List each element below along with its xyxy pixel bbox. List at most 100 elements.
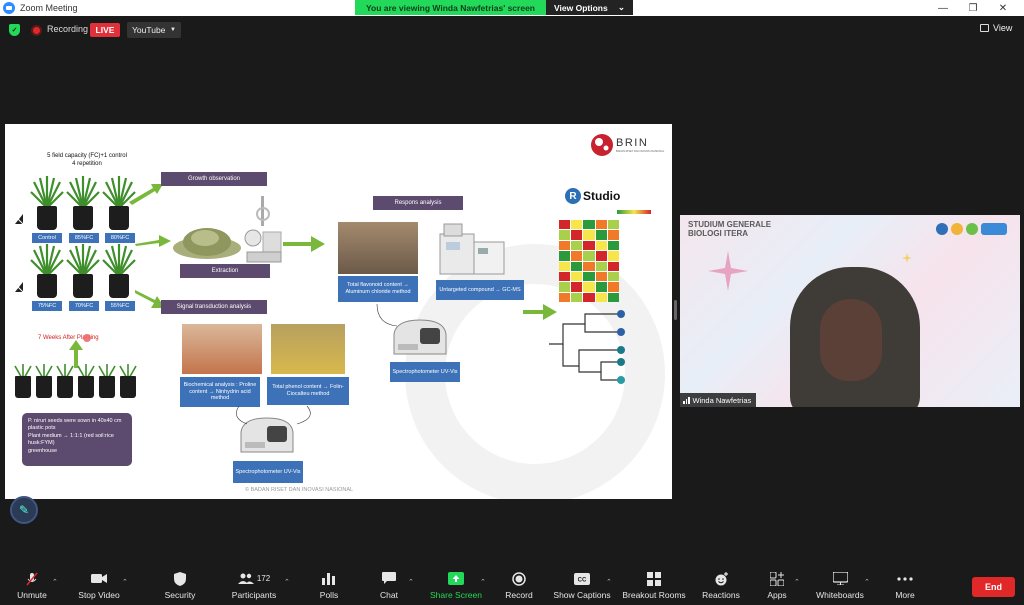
- view-options-button[interactable]: View Options ⌄: [546, 0, 633, 15]
- shade-icon: [13, 282, 25, 294]
- label-control: Control: [32, 233, 62, 243]
- phenol-samples-image: [271, 324, 345, 374]
- face-shape: [820, 299, 882, 381]
- annotate-pen-button[interactable]: ✎: [10, 496, 38, 524]
- chat-bubble-icon: [381, 572, 397, 586]
- more-button[interactable]: More: [888, 566, 922, 605]
- label-85fc: 85%FC: [69, 233, 99, 243]
- window-title: Zoom Meeting: [20, 3, 78, 13]
- heatmap-cell: [595, 271, 607, 282]
- chat-options-caret[interactable]: ⌃: [408, 578, 414, 586]
- apps-button[interactable]: Apps: [758, 566, 796, 605]
- brin-subtitle: BADAN RISET DAN INOVASI NASIONAL: [616, 149, 665, 153]
- close-button[interactable]: ✕: [988, 0, 1018, 16]
- youtube-dropdown[interactable]: YouTube ▼: [127, 22, 181, 38]
- heatmap-cell: [607, 292, 619, 302]
- brin-name: BRIN: [616, 137, 648, 149]
- heatmap-cell: [559, 251, 571, 261]
- live-badge[interactable]: LIVE: [90, 23, 120, 37]
- polls-label: Polls: [319, 589, 339, 600]
- video-banner-title-2: BIOLOGI ITERA: [688, 228, 748, 238]
- phenol-label: Total phenol content → Folin-Ciocalteu m…: [267, 377, 349, 405]
- whiteboards-label: Whiteboards: [816, 589, 864, 600]
- pointer-indicator: [83, 334, 91, 342]
- slide-header-line2: 4 repetition: [72, 160, 102, 167]
- unmute-button[interactable]: Unmute: [10, 566, 54, 605]
- shade-icon: [13, 214, 25, 226]
- heatmap-cell: [571, 251, 583, 261]
- heatmap-cell: [607, 282, 619, 292]
- seedling-pot-image: [117, 364, 139, 400]
- record-button[interactable]: Record: [500, 566, 538, 605]
- panel-splitter-handle[interactable]: [674, 300, 677, 320]
- chat-label: Chat: [380, 589, 398, 600]
- captions-options-caret[interactable]: ⌃: [606, 578, 612, 586]
- label-75fc: 75%FC: [32, 301, 62, 311]
- note-item: P. niruri seeds were sown in 40x40 cm pl…: [28, 418, 122, 432]
- heatmap-cell: [607, 230, 619, 240]
- record-icon: [511, 571, 527, 586]
- heatmap-cell: [571, 271, 583, 282]
- seedling-pot-image: [96, 364, 118, 400]
- chat-button[interactable]: Chat: [370, 566, 408, 605]
- heatmap-cell: [571, 220, 583, 230]
- participant-video-tile[interactable]: STUDIUM GENERALE BIOLOGI ITERA Winda Naw…: [680, 215, 1020, 407]
- seedling-pot-image: [12, 364, 34, 400]
- whiteboards-button[interactable]: Whiteboards: [812, 566, 868, 605]
- potted-plant-image: [30, 242, 64, 300]
- caret-down-icon: ▼: [170, 27, 176, 33]
- apps-options-caret[interactable]: ⌃: [794, 578, 800, 586]
- end-meeting-button[interactable]: End: [972, 577, 1015, 597]
- video-options-caret[interactable]: ⌃: [122, 578, 128, 586]
- breakout-rooms-button[interactable]: Breakout Rooms: [620, 566, 688, 605]
- rstudio-logo: R Studio: [565, 188, 620, 204]
- view-button[interactable]: View: [980, 23, 1012, 33]
- heatmap-cell: [595, 240, 607, 251]
- polls-button[interactable]: Polls: [312, 566, 346, 605]
- share-options-caret[interactable]: ⌃: [480, 578, 486, 586]
- participants-options-caret[interactable]: ⌃: [284, 578, 290, 586]
- minimize-button[interactable]: —: [928, 0, 958, 16]
- heatmap-cell: [571, 261, 583, 271]
- heatmap-cell: [583, 292, 595, 302]
- stop-video-button[interactable]: Stop Video: [76, 566, 122, 605]
- spectrophotometer-label-2: Spectrophotometer UV-Vis: [233, 461, 303, 483]
- label-80fc: 80%FC: [105, 233, 135, 243]
- participants-button[interactable]: 172 Participants: [228, 566, 280, 605]
- heatmap-cell: [559, 261, 571, 271]
- recording-label: Recording: [47, 24, 89, 34]
- shield-check-icon[interactable]: ✓: [9, 24, 20, 36]
- show-captions-button[interactable]: CC Show Captions: [552, 566, 612, 605]
- heatmap-cell: [559, 220, 571, 230]
- share-banner: You are viewing Winda Nawfetrias' screen…: [355, 0, 633, 15]
- potted-plant-image: [66, 174, 100, 232]
- reactions-button[interactable]: Reactions: [698, 566, 744, 605]
- video-camera-icon: [91, 572, 107, 586]
- whiteboards-options-caret[interactable]: ⌃: [864, 578, 870, 586]
- more-label: More: [895, 589, 915, 600]
- view-label: View: [993, 23, 1013, 33]
- seedling-pot-image: [33, 364, 55, 400]
- zoom-app-icon: [3, 2, 15, 14]
- maximize-button[interactable]: ❐: [958, 0, 988, 16]
- potted-plant-image: [30, 174, 64, 232]
- reactions-label: Reactions: [702, 589, 740, 600]
- recording-icon: [31, 25, 42, 36]
- signal-transduction-box: Signal transduction analysis: [161, 300, 267, 314]
- herb-powder-image: [173, 228, 241, 259]
- heatmap-cell: [607, 271, 619, 282]
- participant-name-tag: Winda Nawfetrias: [680, 393, 757, 407]
- participants-icon: 172: [234, 572, 274, 586]
- notes-box: P. niruri seeds were sown in 40x40 cm pl…: [22, 413, 132, 466]
- heatmap-cell: [607, 220, 619, 230]
- heatmap-cell: [595, 282, 607, 292]
- security-button[interactable]: Security: [160, 566, 200, 605]
- polls-icon: [321, 572, 337, 586]
- participants-count: 172: [256, 574, 271, 583]
- share-screen-button[interactable]: Share Screen: [428, 566, 484, 605]
- seedling-pot-image: [54, 364, 76, 400]
- connector-arrow: [236, 405, 311, 425]
- untargeted-label: Untargeted compound → GC-MS: [436, 280, 524, 300]
- heatmap-cell: [595, 220, 607, 230]
- audio-options-caret[interactable]: ⌃: [52, 578, 58, 586]
